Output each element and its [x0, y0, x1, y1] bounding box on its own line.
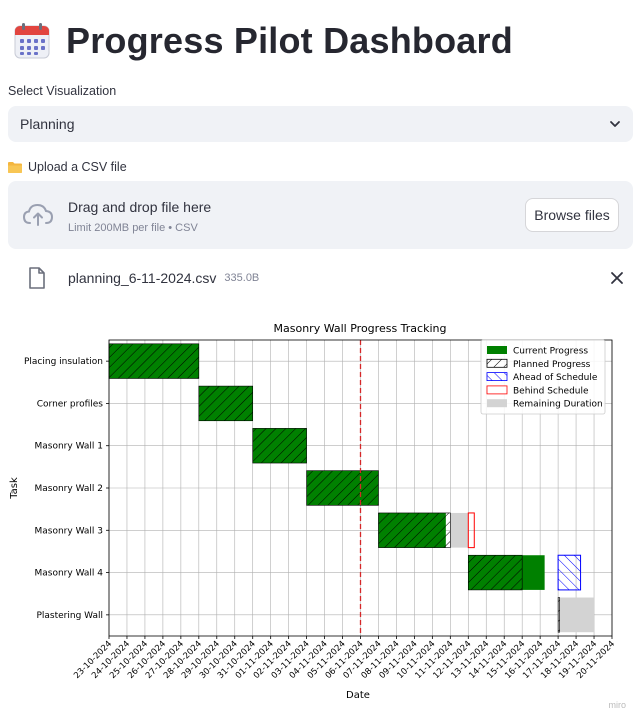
visualization-select[interactable]: Planning — [8, 106, 633, 142]
gantt-chart: Masonry Wall Progress Tracking 23-10-202… — [9, 322, 617, 701]
legend-label: Current Progress — [513, 347, 588, 357]
bar-planned — [378, 512, 451, 548]
upload-label-row: Upload a CSV file — [8, 160, 127, 174]
visualization-selected-value: Planning — [20, 116, 75, 132]
legend-swatch — [487, 346, 507, 354]
uploaded-file-name: planning_6-11-2024.csv — [68, 270, 217, 286]
bar-planned — [306, 470, 379, 506]
legend-swatch — [486, 385, 508, 395]
uploaded-file-size: 335.0B — [224, 272, 260, 284]
file-dropzone[interactable]: Drag and drop file here Limit 200MB per … — [8, 181, 633, 249]
y-axis-label: Task — [9, 477, 20, 500]
uploaded-file-row: planning_6-11-2024.csv 335.0B — [28, 265, 624, 291]
close-icon[interactable] — [610, 271, 624, 285]
legend-label: Behind Schedule — [513, 386, 589, 396]
legend-swatch — [486, 358, 508, 368]
bar-ahead — [557, 554, 582, 591]
folder-icon — [8, 162, 22, 173]
file-icon — [29, 267, 45, 289]
legend-swatch — [487, 399, 507, 408]
y-tick-label: Plastering Wall — [36, 611, 103, 621]
y-tick-label: Corner profiles — [37, 399, 104, 409]
watermark: miro — [608, 700, 627, 710]
bar-planned — [198, 385, 254, 422]
y-tick-label: Masonry Wall 1 — [35, 442, 104, 452]
y-tick-label: Masonry Wall 4 — [35, 569, 104, 579]
title-row: Progress Pilot Dashboard — [12, 20, 513, 62]
dropzone-subtitle: Limit 200MB per file • CSV — [68, 222, 198, 234]
cloud-upload-icon — [22, 203, 54, 226]
legend-label: Ahead of Schedule — [513, 373, 598, 383]
x-axis-label: Date — [346, 690, 370, 701]
bar-remaining — [558, 597, 595, 633]
dropzone-title: Drag and drop file here — [68, 199, 212, 215]
legend-label: Remaining Duration — [513, 400, 603, 410]
y-tick-label: Placing insulation — [24, 357, 103, 367]
chart-legend: Current Progress Planned Progress Ahead of… — [480, 339, 606, 415]
bar-remaining — [450, 512, 469, 548]
bar-planned — [252, 428, 307, 464]
bar-planned — [467, 554, 523, 591]
select-visualization-label: Select Visualization — [8, 84, 117, 98]
chevron-down-icon — [610, 121, 620, 127]
page-title: Progress Pilot Dashboard — [66, 20, 513, 61]
calendar-icon — [14, 23, 50, 59]
chart-title: Masonry Wall Progress Tracking — [274, 322, 447, 335]
legend-swatch — [486, 372, 508, 381]
legend-label: Planned Progress — [513, 360, 591, 370]
y-tick-label: Masonry Wall 3 — [35, 526, 104, 536]
bar-planned — [557, 597, 560, 633]
bar-planned — [108, 343, 200, 379]
upload-label: Upload a CSV file — [28, 160, 127, 174]
browse-files-button[interactable]: Browse files — [525, 198, 619, 232]
y-tick-label: Masonry Wall 2 — [35, 484, 104, 494]
